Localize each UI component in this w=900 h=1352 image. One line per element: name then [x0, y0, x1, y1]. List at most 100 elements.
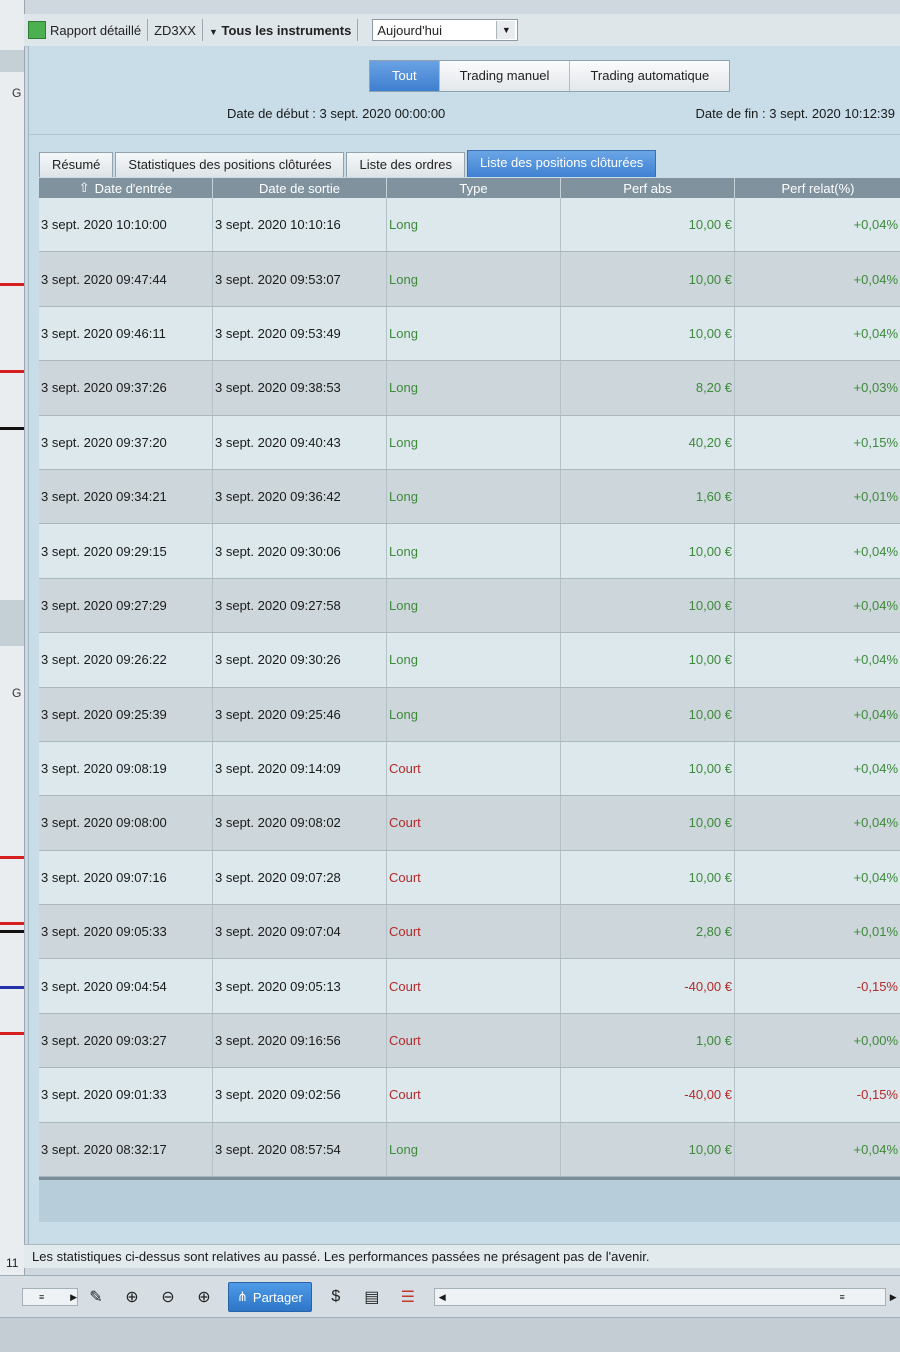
instruments-dropdown[interactable]: ▼ Tous les instruments — [209, 23, 351, 38]
chart-price-line — [0, 930, 24, 933]
arrow-right-icon[interactable]: ▶ — [890, 1292, 897, 1303]
table-row[interactable]: 3 sept. 2020 09:29:15 3 sept. 2020 09:30:… — [39, 524, 900, 579]
table-row[interactable]: 3 sept. 2020 09:34:21 3 sept. 2020 09:36:… — [39, 469, 900, 525]
mode-manual-button[interactable]: Trading manuel — [439, 61, 571, 91]
cell-entry-date: 3 sept. 2020 09:37:20 — [39, 415, 213, 469]
cell-perf-abs: 10,00 € — [561, 578, 735, 633]
column-header-type[interactable]: Type — [387, 178, 561, 198]
cell-type: Long — [387, 633, 561, 687]
cell-perf-abs: 10,00 € — [561, 252, 735, 306]
table-row[interactable]: 3 sept. 2020 09:04:54 3 sept. 2020 09:05:… — [39, 959, 900, 1014]
column-header-perf-rel[interactable]: Perf relat(%) — [735, 178, 900, 198]
column-header-exit-date[interactable]: Date de sortie — [213, 178, 387, 198]
horizontal-scrollbar[interactable]: ◀ ≡ — [433, 1288, 886, 1306]
toolbar-divider — [147, 19, 149, 41]
tab-summary[interactable]: Résumé — [39, 152, 114, 177]
table-row[interactable]: 3 sept. 2020 08:32:17 3 sept. 2020 08:57:… — [39, 1122, 900, 1178]
chart-price-line — [0, 922, 24, 925]
table-row[interactable]: 3 sept. 2020 10:10:00 3 sept. 2020 10:10:… — [39, 198, 900, 253]
arrow-right-icon[interactable]: ▶ — [70, 1292, 77, 1303]
order-book-icon[interactable]: ☰ — [395, 1284, 421, 1310]
zoom-fit-icon[interactable]: ⊕ — [119, 1284, 145, 1310]
draw-tool-icon[interactable]: ✎ — [83, 1284, 109, 1310]
report-panel: Tout Trading manuel Trading automatique … — [28, 46, 900, 1246]
cell-perf-abs: 8,20 € — [561, 361, 735, 415]
chart-strip[interactable]: G G — [0, 0, 25, 1275]
table-row[interactable]: 3 sept. 2020 09:47:44 3 sept. 2020 09:53:… — [39, 252, 900, 307]
dollar-tool-icon[interactable]: $ — [323, 1284, 349, 1310]
cell-perf-rel: +0,01% — [735, 470, 900, 523]
chart-label: G — [12, 86, 22, 100]
tab-closed-stats[interactable]: Statistiques des positions clôturées — [115, 152, 345, 177]
caret-down-icon: ▼ — [208, 26, 218, 37]
cell-type: Court — [387, 959, 561, 1013]
tab-orders[interactable]: Liste des ordres — [346, 152, 465, 177]
zoom-in-icon[interactable]: ⊕ — [191, 1284, 217, 1310]
share-button[interactable]: ⋔ Partager — [228, 1282, 312, 1312]
cell-exit-date: 3 sept. 2020 09:02:56 — [213, 1068, 387, 1122]
cell-perf-rel: +0,04% — [735, 307, 900, 360]
chart-axis-number: 11 — [6, 1256, 19, 1270]
sort-up-icon: ⇧ — [78, 180, 90, 195]
table-row[interactable]: 3 sept. 2020 09:03:27 3 sept. 2020 09:16:… — [39, 1013, 900, 1069]
chart-header-band — [0, 50, 24, 72]
grip-icon: ≡ — [839, 1292, 845, 1302]
table-row[interactable]: 3 sept. 2020 09:27:29 3 sept. 2020 09:27:… — [39, 578, 900, 634]
cell-perf-rel: +0,04% — [735, 198, 900, 251]
table-row[interactable]: 3 sept. 2020 09:46:11 3 sept. 2020 09:53:… — [39, 306, 900, 362]
cell-entry-date: 3 sept. 2020 09:07:16 — [39, 850, 213, 905]
cell-perf-rel: +0,04% — [735, 851, 900, 904]
cell-exit-date: 3 sept. 2020 08:57:54 — [213, 1122, 387, 1177]
column-header-perf-abs[interactable]: Perf abs — [561, 178, 735, 198]
cell-entry-date: 3 sept. 2020 09:04:54 — [39, 959, 213, 1013]
cell-perf-abs: 10,00 € — [561, 796, 735, 850]
cell-perf-abs: 10,00 € — [561, 741, 735, 796]
cell-perf-rel: +0,04% — [735, 524, 900, 577]
cell-perf-rel: +0,04% — [735, 579, 900, 632]
period-select[interactable]: Aujourd'hui ▼ — [372, 19, 519, 41]
cell-perf-abs: 10,00 € — [561, 1122, 735, 1177]
report-doc-icon[interactable]: ▤ — [359, 1284, 385, 1310]
cell-entry-date: 3 sept. 2020 09:03:27 — [39, 1013, 213, 1068]
cell-type: Long — [387, 687, 561, 741]
table-row[interactable]: 3 sept. 2020 09:08:19 3 sept. 2020 09:14:… — [39, 741, 900, 797]
chart-price-line — [0, 986, 24, 989]
column-header-entry-date[interactable]: ⇧ Date d'entrée — [39, 178, 213, 198]
zoom-out-icon[interactable]: ⊖ — [155, 1284, 181, 1310]
mode-auto-button[interactable]: Trading automatique — [570, 61, 730, 91]
chevron-down-icon[interactable]: ▼ — [496, 21, 516, 39]
cell-type: Court — [387, 1013, 561, 1068]
report-toolbar: Rapport détaillé ZD3XX ▼ Tous les instru… — [24, 14, 900, 47]
cell-perf-abs: 2,80 € — [561, 905, 735, 959]
cell-entry-date: 3 sept. 2020 08:32:17 — [39, 1122, 213, 1177]
disclaimer-text: Les statistiques ci-dessus sont relative… — [24, 1244, 900, 1268]
chart-label: G — [12, 686, 22, 700]
cell-exit-date: 3 sept. 2020 09:27:58 — [213, 578, 387, 633]
table-row[interactable]: 3 sept. 2020 09:05:33 3 sept. 2020 09:07:… — [39, 905, 900, 960]
table-row[interactable]: 3 sept. 2020 09:01:33 3 sept. 2020 09:02:… — [39, 1068, 900, 1123]
arrow-left-icon[interactable]: ◀ — [439, 1292, 446, 1303]
cell-perf-abs: -40,00 € — [561, 1068, 735, 1122]
tab-closed-positions[interactable]: Liste des positions clôturées — [466, 150, 657, 177]
cell-perf-rel: +0,15% — [735, 416, 900, 469]
table-header: ⇧ Date d'entrée Date de sortie Type Perf… — [39, 178, 900, 198]
account-label[interactable]: ZD3XX — [154, 23, 196, 38]
cell-type: Long — [387, 415, 561, 469]
chart-scrollbar[interactable]: ≡ ▶ — [22, 1288, 78, 1306]
cell-type: Long — [387, 252, 561, 306]
report-tabs: Résumé Statistiques des positions clôtur… — [39, 150, 658, 177]
table-row[interactable]: 3 sept. 2020 09:08:00 3 sept. 2020 09:08:… — [39, 796, 900, 851]
mode-all-button[interactable]: Tout — [370, 61, 440, 91]
cell-type: Long — [387, 1122, 561, 1177]
table-row[interactable]: 3 sept. 2020 09:37:26 3 sept. 2020 09:38:… — [39, 361, 900, 416]
cell-perf-rel: +0,04% — [735, 1123, 900, 1176]
table-row[interactable]: 3 sept. 2020 09:37:20 3 sept. 2020 09:40:… — [39, 415, 900, 470]
table-row[interactable]: 3 sept. 2020 09:07:16 3 sept. 2020 09:07:… — [39, 850, 900, 906]
cell-type: Court — [387, 796, 561, 850]
table-row[interactable]: 3 sept. 2020 09:25:39 3 sept. 2020 09:25:… — [39, 687, 900, 742]
cell-type: Long — [387, 578, 561, 633]
table-row[interactable]: 3 sept. 2020 09:26:22 3 sept. 2020 09:30:… — [39, 633, 900, 688]
cell-exit-date: 3 sept. 2020 09:25:46 — [213, 687, 387, 741]
cell-perf-rel: +0,03% — [735, 361, 900, 414]
cell-perf-rel: +0,00% — [735, 1014, 900, 1067]
